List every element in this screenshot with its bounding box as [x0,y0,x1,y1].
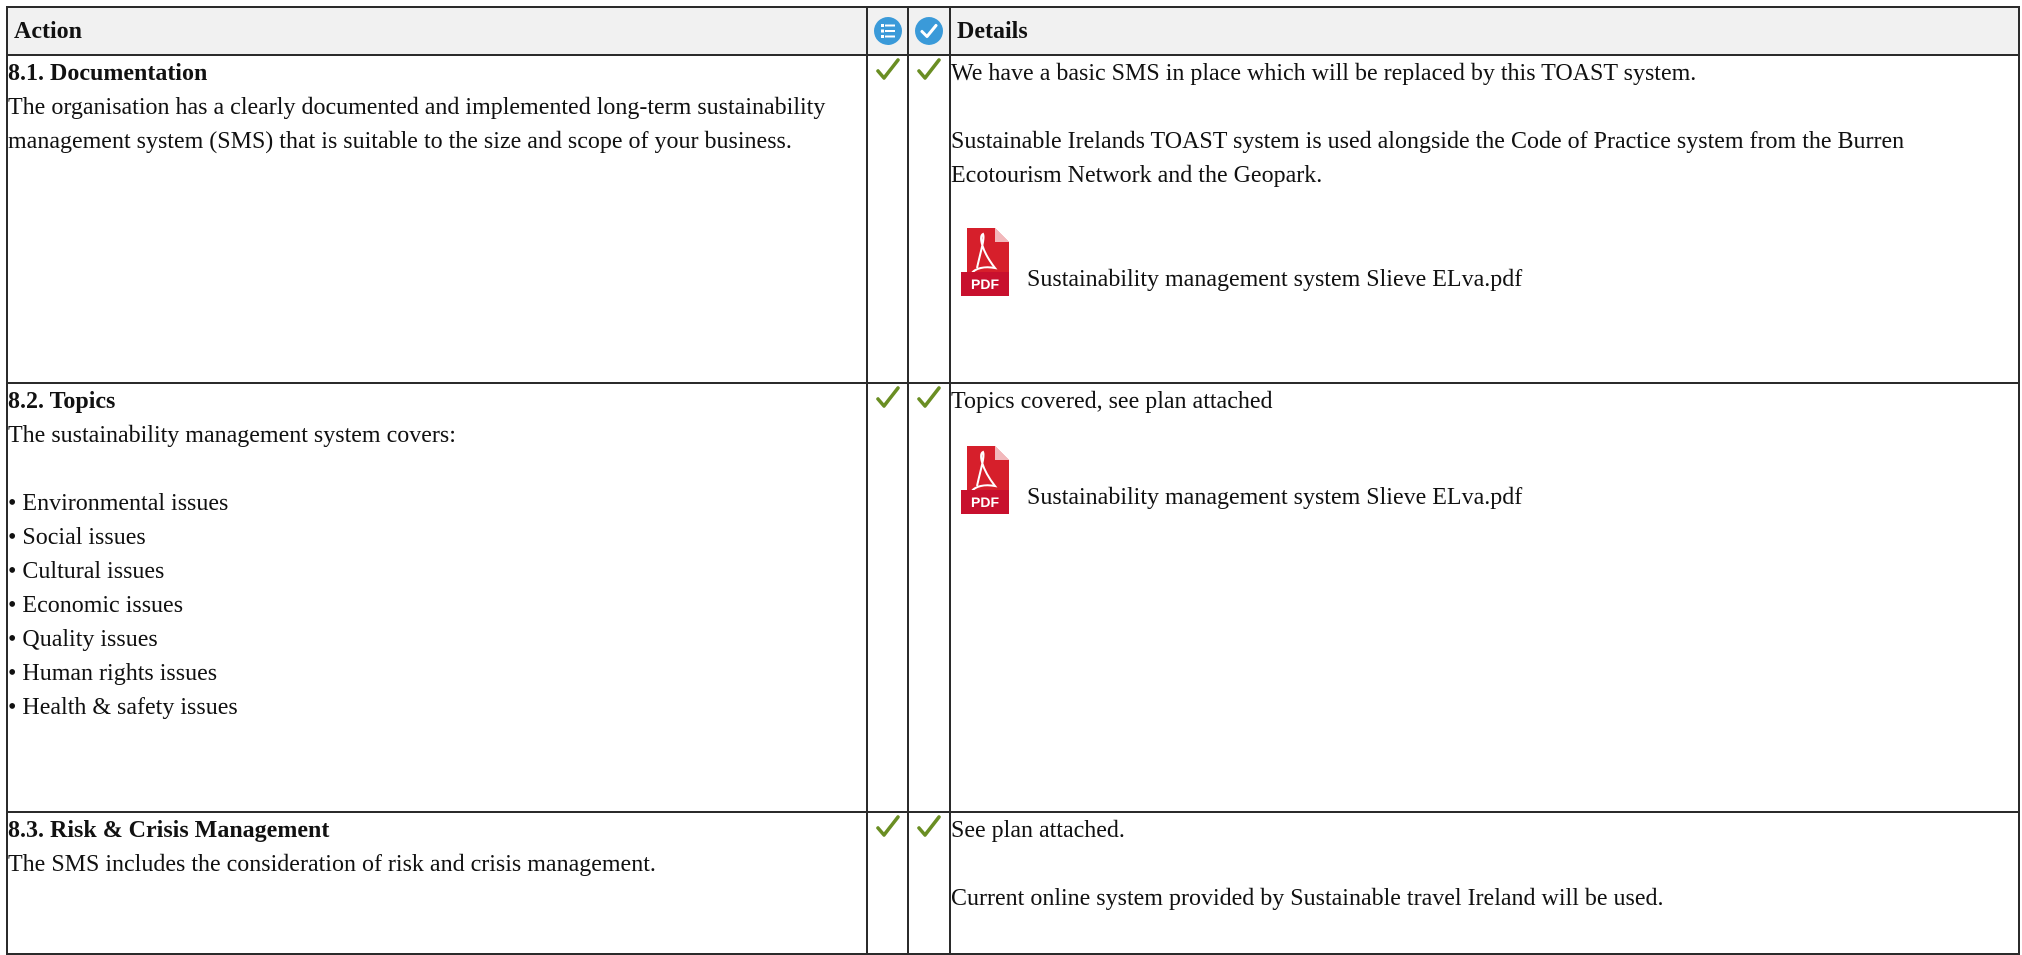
action-description: The SMS includes the consideration of ri… [8,851,656,877]
attachment-link[interactable]: PDF Sustainability management system Sli… [961,446,2018,514]
action-column-header: Action [6,6,868,56]
attachment-filename[interactable]: Sustainability management system Slieve … [1027,262,1522,296]
details-text: Topics covered, see plan attached [951,388,1273,414]
list-item: • Human rights issues [8,660,218,686]
action-cell: 8.1. Documentation The organisation has … [6,54,868,384]
action-description: The organisation has a clearly documente… [8,94,826,154]
action-title: 8.1. Documentation [8,60,208,86]
status-cell-2 [907,811,951,955]
details-text: Current online system provided by Sustai… [951,885,1664,911]
table-header-row: Action Details [6,6,2020,56]
check-icon [915,56,943,84]
check-icon [874,384,902,412]
action-cell: 8.3. Risk & Crisis Management The SMS in… [6,811,868,955]
status-column-header-1 [866,6,909,56]
pdf-icon[interactable]: PDF [961,228,1009,296]
check-icon [874,56,902,84]
status-cell-1 [866,382,909,813]
list-item: • Environmental issues [8,490,229,516]
list-item: • Health & safety issues [8,694,238,720]
table-row: 8.2. Topics The sustainability managemen… [6,382,2020,813]
attachment-filename[interactable]: Sustainability management system Slieve … [1027,480,1522,514]
status-cell-1 [866,811,909,955]
action-title: 8.2. Topics [8,388,116,414]
details-cell: We have a basic SMS in place which will … [949,54,2020,384]
table-row: 8.3. Risk & Crisis Management The SMS in… [6,811,2020,955]
check-circle-icon [914,16,944,46]
action-cell: 8.2. Topics The sustainability managemen… [6,382,868,813]
list-item: • Social issues [8,524,146,550]
details-column-header: Details [949,6,2020,56]
details-text: Sustainable Irelands TOAST system is use… [951,128,1905,188]
status-column-header-2 [907,6,951,56]
list-item: • Quality issues [8,626,158,652]
attachment-link[interactable]: PDF Sustainability management system Sli… [961,228,2018,296]
check-icon [915,384,943,412]
details-cell: See plan attached. Current online system… [949,811,2020,955]
check-icon [874,813,902,841]
list-item: • Cultural issues [8,558,165,584]
check-icon [915,813,943,841]
details-text: We have a basic SMS in place which will … [951,60,1697,86]
status-cell-1 [866,54,909,384]
svg-text:PDF: PDF [971,494,999,510]
status-cell-2 [907,54,951,384]
pdf-icon[interactable]: PDF [961,446,1009,514]
topic-list: • Environmental issues • Social issues •… [8,486,866,724]
details-text: See plan attached. [951,817,1125,843]
action-description: The sustainability management system cov… [8,422,456,448]
sms-table: Action Details 8.1. Documentation The or… [6,6,2020,955]
svg-text:PDF: PDF [971,276,999,292]
details-cell: Topics covered, see plan attached PDF Su… [949,382,2020,813]
status-cell-2 [907,382,951,813]
list-item: • Economic issues [8,592,184,618]
list-info-icon [873,16,903,46]
action-title: 8.3. Risk & Crisis Management [8,817,330,843]
table-row: 8.1. Documentation The organisation has … [6,54,2020,384]
